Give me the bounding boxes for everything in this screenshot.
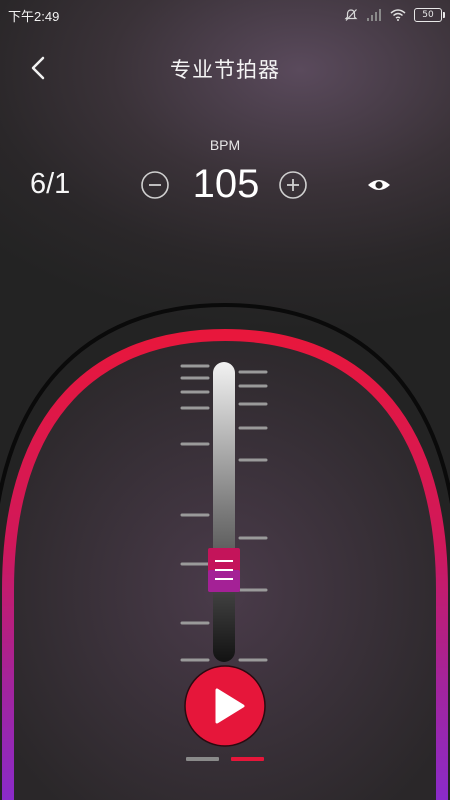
status-icons: 50 (344, 5, 445, 25)
plus-circle-icon (279, 171, 307, 199)
notifications-muted-icon (344, 9, 358, 21)
visibility-toggle-button[interactable] (364, 174, 394, 196)
status-bar: 下午2:49 50 (0, 0, 450, 30)
battery-indicator: 50 (414, 8, 445, 22)
tempo-value: 105 (192, 162, 260, 206)
minus-circle-icon (141, 171, 169, 199)
page-indicator-2[interactable] (231, 757, 264, 761)
status-time: 下午2:49 (8, 9, 60, 24)
wifi-icon (390, 9, 406, 21)
chevron-left-icon (31, 56, 45, 80)
bpm-label: BPM (209, 137, 241, 153)
play-icon (184, 665, 266, 747)
tempo-slider-knob[interactable] (208, 548, 240, 592)
time-signature[interactable]: 6/1 (30, 168, 70, 201)
play-button[interactable] (184, 665, 266, 747)
increase-tempo-button[interactable] (279, 171, 307, 199)
page-indicator-1[interactable] (186, 757, 219, 761)
eye-icon (368, 180, 390, 190)
back-button[interactable] (22, 50, 58, 86)
tempo-slider-track[interactable] (213, 362, 235, 662)
signal-icon (367, 9, 381, 21)
page-title: 专业节拍器 (170, 58, 280, 82)
page-indicator (0, 757, 450, 761)
decrease-tempo-button[interactable] (141, 171, 169, 199)
